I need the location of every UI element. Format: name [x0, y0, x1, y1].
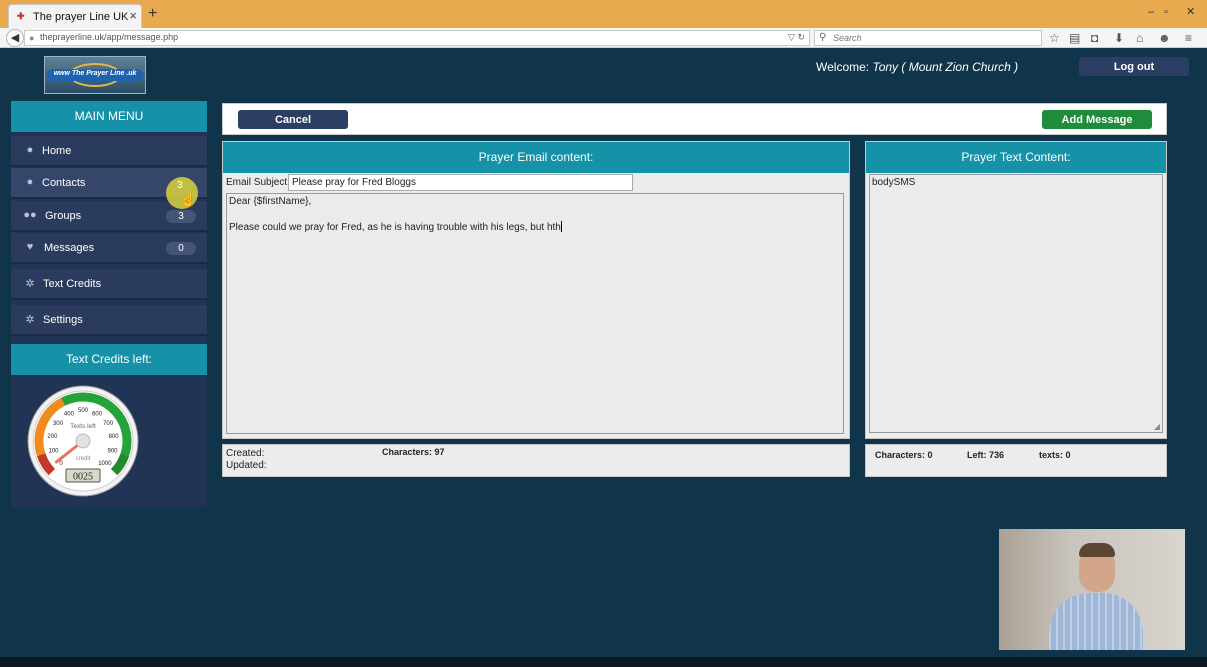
- chat-icon[interactable]: ☻: [1158, 30, 1171, 46]
- site-favicon-icon: ✚: [17, 11, 25, 21]
- sidebar-item-label: Messages: [44, 242, 95, 254]
- created-label: Created:: [226, 448, 265, 459]
- tab-title: The prayer Line UK: [33, 11, 129, 23]
- sidebar-item-home[interactable]: ● Home: [11, 136, 207, 167]
- bookmark-star-icon[interactable]: ☆: [1049, 30, 1060, 46]
- email-body-text: Please could we pray for Fred, as he is …: [229, 222, 561, 233]
- presenter-shirt-pattern: [1049, 593, 1143, 650]
- gauge-label-bottom: credit: [76, 456, 91, 462]
- sidebar-item-label: Groups: [45, 210, 82, 222]
- gauge-tick-label: 600: [92, 411, 103, 417]
- updated-label: Updated:: [226, 460, 267, 471]
- gauge-tick-label: 900: [107, 449, 118, 455]
- count-badge: 3: [166, 210, 196, 223]
- email-subject-input[interactable]: [288, 174, 633, 191]
- presenter-hair: [1079, 543, 1115, 557]
- add-message-button[interactable]: Add Message: [1042, 110, 1152, 129]
- text-caret: [560, 221, 562, 232]
- gauge-label-top: Texts left: [70, 423, 96, 430]
- user-icon: ●: [26, 144, 34, 156]
- welcome-user: Tony ( Mount Zion Church ): [872, 60, 1019, 74]
- restore-icon[interactable]: ▫: [1164, 5, 1168, 19]
- email-content-panel: Prayer Email content: Email Subject: Dea…: [222, 141, 850, 439]
- welcome-text: Welcome: Tony ( Mount Zion Church ): [816, 60, 1018, 74]
- gauge-readout: 0025: [73, 472, 93, 483]
- tab-close-icon[interactable]: ×: [129, 8, 137, 24]
- email-body-textarea[interactable]: Dear {$firstName}, Please could we pray …: [226, 193, 844, 434]
- gauge-hub: [75, 433, 91, 449]
- cancel-button[interactable]: Cancel: [238, 110, 348, 129]
- contacts-count-badge: 3: [177, 180, 183, 191]
- sidebar-item-label: Contacts: [42, 177, 86, 189]
- sidebar-item-messages[interactable]: ♥ Messages 0: [11, 233, 207, 264]
- resize-grip-icon[interactable]: ◢: [1154, 422, 1160, 431]
- window-close-icon[interactable]: ✕: [1186, 5, 1195, 19]
- text-panel-title: Prayer Text Content:: [866, 142, 1166, 173]
- logo-text: www The Prayer Line .uk: [53, 70, 137, 77]
- search-bar[interactable]: ⚲: [814, 30, 1042, 46]
- site-logo[interactable]: www The Prayer Line .uk: [44, 56, 146, 94]
- sms-status-box: Characters: 0 Left: 736 texts: 0: [865, 444, 1167, 477]
- sms-body-textarea[interactable]: bodySMS ◢: [869, 174, 1163, 433]
- search-input[interactable]: [831, 31, 1031, 45]
- browser-navbar: ◀ ● theprayerline.uk/app/message.php ▽ ↻…: [0, 28, 1207, 48]
- new-tab-button[interactable]: +: [148, 6, 157, 22]
- sms-character-count: Characters: 0: [875, 450, 933, 460]
- action-bar: Cancel Add Message: [222, 103, 1167, 135]
- email-subject-label: Email Subject:: [226, 177, 290, 188]
- browser-titlebar: ✚ The prayer Line UK × + – ▫ ✕: [0, 0, 1207, 28]
- presenter-webcam: [999, 529, 1185, 650]
- gauge-tick-label: 700: [103, 421, 114, 427]
- back-arrow-icon: ◀: [10, 32, 20, 44]
- gear-icon: ✲: [25, 314, 35, 326]
- home-icon[interactable]: ⌂: [1136, 30, 1143, 46]
- email-body-line: Please could we pray for Fred, as he is …: [229, 221, 562, 233]
- sms-texts-count: texts: 0: [1039, 450, 1071, 460]
- gauge-tick-label: 800: [109, 434, 120, 440]
- sidebar-item-settings[interactable]: ✲ Settings: [11, 305, 207, 336]
- main-menu-title: MAIN MENU: [11, 101, 207, 132]
- globe-icon: ●: [29, 33, 35, 43]
- email-body-line: Dear {$firstName},: [229, 196, 312, 207]
- search-icon: ⚲: [819, 32, 827, 43]
- logout-button[interactable]: Log out: [1079, 57, 1189, 76]
- minimize-icon[interactable]: –: [1148, 5, 1154, 19]
- sidebar-item-label: Settings: [43, 314, 83, 326]
- browser-tab[interactable]: ✚ The prayer Line UK ×: [8, 4, 142, 28]
- gauge-tick-label: 200: [47, 434, 58, 440]
- gauge-tick-label: 500: [78, 408, 89, 414]
- bottom-bar: [0, 657, 1207, 667]
- reload-icon[interactable]: ▽ ↻: [788, 32, 805, 43]
- text-credits-title: Text Credits left:: [11, 344, 207, 375]
- credits-gauge: 01002003004005006007008009001000 Texts l…: [27, 385, 139, 497]
- group-icon: ●●: [23, 209, 37, 221]
- hand-pointer-icon: ☝: [180, 192, 197, 207]
- email-panel-title: Prayer Email content:: [223, 142, 849, 173]
- email-character-count: Characters: 97: [382, 447, 445, 457]
- email-status-box: Created: Updated: Characters: 97: [222, 444, 850, 477]
- sms-left-count: Left: 736: [967, 450, 1005, 460]
- count-badge: 0: [166, 242, 196, 255]
- reading-list-icon[interactable]: ▤: [1069, 30, 1080, 46]
- welcome-prefix: Welcome:: [816, 60, 873, 74]
- hamburger-menu-icon[interactable]: ≡: [1185, 30, 1192, 46]
- user-icon: ●: [26, 176, 34, 188]
- sidebar-item-text-credits[interactable]: ✲ Text Credits: [11, 269, 207, 300]
- sidebar-item-label: Home: [42, 145, 72, 157]
- address-bar[interactable]: ● theprayerline.uk/app/message.php ▽ ↻: [24, 30, 810, 46]
- gauge-tick-label: 300: [53, 421, 64, 427]
- gauge-tick-label: 400: [64, 411, 75, 417]
- sidebar-item-label: Text Credits: [43, 278, 102, 290]
- sidebar: MAIN MENU ● Home ● Contacts ●● Groups 3 …: [11, 101, 207, 507]
- gauge-tick-label: 1000: [98, 461, 112, 467]
- gauge-tick-label: 100: [48, 449, 59, 455]
- sms-body-text: bodySMS: [872, 177, 916, 188]
- url-text: theprayerline.uk/app/message.php: [40, 32, 179, 42]
- heart-icon: ♥: [26, 241, 34, 253]
- text-content-panel: Prayer Text Content: bodySMS ◢: [865, 141, 1167, 439]
- back-button[interactable]: ◀: [6, 29, 24, 47]
- pocket-icon[interactable]: ◘: [1091, 30, 1098, 46]
- gear-icon: ✲: [25, 278, 35, 290]
- download-icon[interactable]: ⬇: [1114, 30, 1124, 46]
